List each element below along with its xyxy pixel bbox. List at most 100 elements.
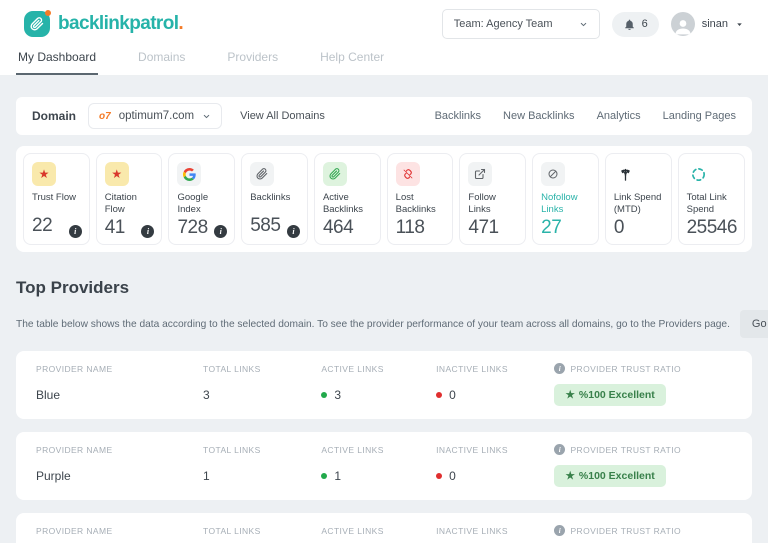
stat-card-trust-flow: ★ Trust Flow 22 i: [23, 153, 90, 245]
stat-value: 27: [541, 216, 562, 238]
team-selector[interactable]: Team: Agency Team: [441, 9, 600, 39]
stats-row: ★ Trust Flow 22 i ★ Citation Flow 41 i G…: [16, 146, 752, 252]
trust-ratio-badge: ★ %100 Excellent: [554, 384, 666, 406]
column-header-provider-name: PROVIDER NAME: [36, 444, 113, 455]
google-icon: [177, 162, 202, 186]
star-icon: ★: [104, 162, 129, 186]
provider-name: Purple: [36, 469, 71, 483]
info-icon[interactable]: i: [554, 363, 566, 374]
inactive-links-value: 0: [449, 469, 456, 483]
logo-text: backlinkpatrol: [58, 13, 179, 34]
app-header: backlinkpatrol. Team: Agency Team 6 sina…: [0, 0, 768, 44]
dashboard-content: Domain o7 optimum7.com View All Domains …: [0, 76, 768, 543]
link-icon: [250, 162, 275, 186]
trust-ratio-value: %100 Excellent: [578, 389, 655, 401]
team-selector-value: Team: Agency Team: [453, 18, 553, 30]
user-menu[interactable]: sinan: [670, 12, 744, 36]
analytics-link[interactable]: Analytics: [597, 110, 641, 122]
external-link-icon: [468, 162, 493, 186]
stat-value: 471: [468, 216, 499, 238]
stat-label: Nofollow Links: [541, 192, 578, 216]
provider-row-purple[interactable]: PROVIDER NAME TOTAL LINKS ACTIVE LINKS I…: [16, 432, 752, 500]
star-icon: ★: [565, 389, 575, 401]
column-header-active-links: ACTIVE LINKS: [321, 525, 384, 536]
column-header-trust-ratio: PROVIDER TRUST RATIO: [570, 525, 681, 536]
column-header-provider-name: PROVIDER NAME: [36, 525, 113, 536]
star-icon: ★: [565, 470, 575, 482]
bell-icon: [624, 19, 634, 30]
user-name: sinan: [701, 18, 728, 30]
go-to-providers-button[interactable]: Go to Providers: [739, 310, 768, 338]
domain-label: Domain: [32, 109, 77, 123]
stat-card-follow-links: Follow Links 471: [459, 153, 527, 245]
backlinks-link[interactable]: Backlinks: [435, 110, 481, 122]
trust-ratio-badge: ★ %100 Excellent: [554, 465, 666, 487]
domain-selector[interactable]: o7 optimum7.com: [88, 103, 223, 129]
tab-my-dashboard[interactable]: My Dashboard: [16, 44, 99, 75]
chevron-down-icon: [580, 22, 586, 26]
caret-down-icon: [737, 22, 742, 26]
main-nav: My Dashboard Domains Providers Help Cent…: [0, 44, 768, 76]
stat-card-backlinks: Backlinks 585 i: [241, 153, 308, 245]
stat-label: Active Backlinks: [322, 192, 364, 216]
column-header-inactive-links: INACTIVE LINKS: [436, 525, 508, 536]
stat-value: 464: [322, 216, 354, 238]
total-links-value: 1: [203, 469, 210, 483]
stat-card-active-backlinks: Active Backlinks 464: [313, 153, 381, 245]
active-links-value: 3: [334, 388, 342, 402]
stat-label: Google Index: [177, 192, 209, 216]
landing-pages-link[interactable]: Landing Pages: [663, 110, 736, 122]
column-header-total-links: TOTAL LINKS: [203, 525, 261, 536]
column-header-active-links: ACTIVE LINKS: [321, 363, 384, 374]
stat-label: Backlinks: [250, 192, 291, 203]
provider-row-red[interactable]: PROVIDER NAME TOTAL LINKS ACTIVE LINKS I…: [16, 513, 752, 543]
trust-ratio-value: %100 Excellent: [578, 470, 655, 482]
chevron-down-icon: [203, 114, 210, 118]
info-icon[interactable]: i: [554, 525, 566, 536]
new-backlinks-link[interactable]: New Backlinks: [503, 110, 575, 122]
logo-dot: .: [178, 13, 184, 34]
info-icon[interactable]: i: [554, 444, 566, 455]
top-providers-subtitle: The table below shows the data according…: [16, 318, 730, 330]
stat-card-google-index: Google Index 728 i: [168, 153, 236, 245]
link-icon: [322, 162, 347, 186]
tab-domains[interactable]: Domains: [136, 44, 187, 75]
provider-row-blue[interactable]: PROVIDER NAME TOTAL LINKS ACTIVE LINKS I…: [16, 351, 752, 419]
total-links-value: 3: [203, 388, 210, 402]
stat-label: Follow Links: [468, 192, 496, 216]
domain-selector-value: optimum7.com: [118, 110, 195, 122]
domain-favicon: o7: [99, 110, 111, 122]
column-header-total-links: TOTAL LINKS: [203, 363, 261, 374]
stat-label: Total Link Spend: [686, 192, 727, 216]
logo[interactable]: backlinkpatrol.: [24, 10, 184, 37]
view-all-domains-link[interactable]: View All Domains: [240, 110, 325, 122]
column-header-total-links: TOTAL LINKS: [203, 444, 261, 455]
broken-link-icon: [395, 162, 420, 186]
provider-name: Blue: [36, 388, 61, 402]
column-header-trust-ratio: PROVIDER TRUST RATIO: [570, 444, 681, 455]
tab-providers[interactable]: Providers: [225, 44, 280, 75]
column-header-trust-ratio: PROVIDER TRUST RATIO: [570, 363, 681, 374]
slash-circle-icon: [541, 162, 566, 186]
stat-card-citation-flow: ★ Citation Flow 41 i: [95, 153, 163, 245]
inactive-links-value: 0: [449, 388, 456, 402]
domain-bar: Domain o7 optimum7.com View All Domains …: [16, 97, 752, 135]
active-dot-icon: [321, 473, 328, 479]
info-icon[interactable]: i: [286, 225, 300, 238]
column-header-inactive-links: INACTIVE LINKS: [436, 363, 508, 374]
dashed-circle-icon: [687, 162, 711, 186]
active-links-value: 1: [334, 469, 342, 483]
notifications-button[interactable]: 6: [611, 11, 659, 37]
paperclip-icon: [24, 10, 51, 37]
stat-label: Trust Flow: [32, 192, 76, 203]
inactive-dot-icon: [436, 392, 443, 398]
info-icon[interactable]: i: [68, 225, 82, 238]
stat-label: Lost Backlinks: [395, 192, 436, 216]
tab-help-center[interactable]: Help Center: [318, 44, 386, 75]
stat-card-lost-backlinks: Lost Backlinks 118: [386, 153, 454, 245]
stat-label: Citation Flow: [104, 192, 137, 216]
stat-card-link-spend-mtd: Link Spend (MTD) 0: [604, 153, 672, 245]
stat-label: Link Spend (MTD): [613, 192, 662, 216]
avatar: [670, 12, 695, 36]
notification-count: 6: [641, 18, 648, 30]
